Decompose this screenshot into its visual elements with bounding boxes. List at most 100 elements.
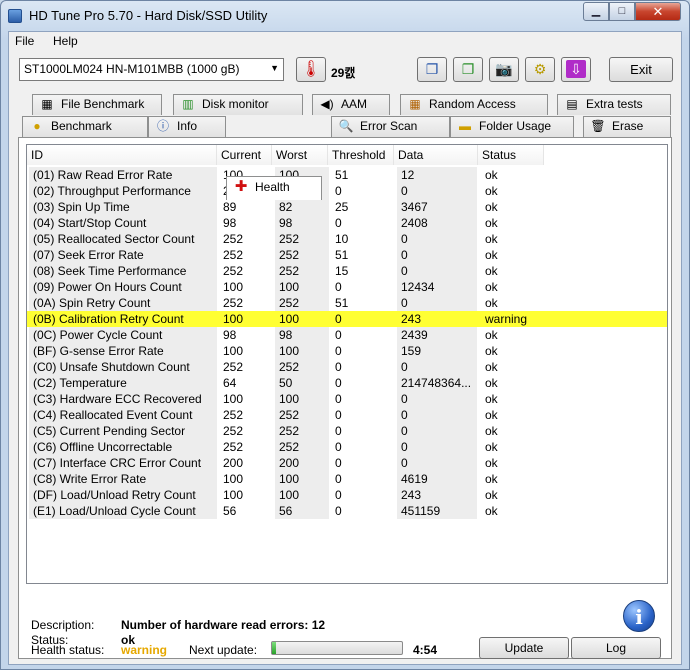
column-header-worst[interactable]: Worst <box>272 145 328 165</box>
cell-data: 0 <box>397 439 477 455</box>
menu-help[interactable]: Help <box>53 34 78 48</box>
table-row[interactable]: (0C) Power Cycle Count 98 98 0 2439 ok <box>27 327 667 343</box>
smart-attribute-list[interactable]: ID Current Worst Threshold Data Status (… <box>26 144 668 584</box>
cell-worst: 98 <box>275 327 329 343</box>
table-row[interactable]: (0B) Calibration Retry Count 100 100 0 243 wa… <box>27 311 667 327</box>
table-row[interactable]: (03) Spin Up Time 89 82 25 3467 ok <box>27 199 667 215</box>
tab-info[interactable]: ⓘ Info <box>148 116 226 137</box>
table-row[interactable]: (04) Start/Stop Count 98 98 0 2408 ok <box>27 215 667 231</box>
tab-file-benchmark[interactable]: ▦ File Benchmark <box>32 94 162 115</box>
tab-folder-usage[interactable]: ▬ Folder Usage <box>450 116 574 137</box>
cell-data: 0 <box>397 231 477 247</box>
table-row[interactable]: (DF) Load/Unload Retry Count 100 100 0 243 ok <box>27 487 667 503</box>
table-row[interactable]: (09) Power On Hours Count 100 100 0 12434 ok <box>27 279 667 295</box>
table-row[interactable]: (0A) Spin Retry Count 252 252 51 0 ok <box>27 295 667 311</box>
tab-benchmark[interactable]: ● Benchmark <box>22 116 148 137</box>
cell-status: ok <box>485 168 498 182</box>
cell-id: (08) Seek Time Performance <box>29 263 217 279</box>
cell-status: ok <box>485 248 498 262</box>
info-icon: ⓘ <box>156 119 169 133</box>
tab-aam[interactable]: ◀) AAM <box>312 94 390 115</box>
maximize-icon: □ <box>618 5 626 17</box>
close-button[interactable]: ✕ <box>635 2 681 21</box>
cell-id: (C0) Unsafe Shutdown Count <box>29 359 217 375</box>
column-header-threshold[interactable]: Threshold <box>328 145 394 165</box>
log-button[interactable]: Log <box>571 637 661 659</box>
column-header-id[interactable]: ID <box>27 145 217 165</box>
tab-disk-monitor[interactable]: ▥ Disk monitor <box>173 94 303 115</box>
table-row[interactable]: (08) Seek Time Performance 252 252 15 0 ok <box>27 263 667 279</box>
cell-worst: 100 <box>275 487 329 503</box>
cell-id: (0C) Power Cycle Count <box>29 327 217 343</box>
temperature-button[interactable]: 🌡 <box>296 57 326 82</box>
cell-worst: 100 <box>275 471 329 487</box>
cell-threshold: 0 <box>335 456 342 470</box>
exit-button[interactable]: Exit <box>609 57 673 82</box>
table-row[interactable]: (C3) Hardware ECC Recovered 100 100 0 0 ok <box>27 391 667 407</box>
health-cross-icon: ✚ <box>234 178 248 195</box>
update-button[interactable]: Update <box>479 637 569 659</box>
table-row[interactable]: (C2) Temperature 64 50 0 214748364... ok <box>27 375 667 391</box>
cell-current: 100 <box>223 392 244 406</box>
copy-text-button[interactable]: ❐ <box>417 57 447 82</box>
cell-threshold: 0 <box>331 311 393 327</box>
table-row[interactable]: (05) Reallocated Sector Count 252 252 10 0 ok <box>27 231 667 247</box>
random-access-icon: ▦ <box>409 97 421 111</box>
drive-select[interactable]: ST1000LM024 HN-M101MBB (1000 gB) ▼ <box>19 58 284 81</box>
cell-status: ok <box>485 280 498 294</box>
cell-data: 0 <box>397 423 477 439</box>
table-row[interactable]: (C8) Write Error Rate 100 100 0 4619 ok <box>27 471 667 487</box>
table-row[interactable]: (01) Raw Read Error Rate 100 100 51 12 ok <box>27 167 667 183</box>
table-row[interactable]: (C4) Reallocated Event Count 252 252 0 0 ok <box>27 407 667 423</box>
cell-data: 243 <box>397 311 477 327</box>
cell-id: (0B) Calibration Retry Count <box>29 311 217 327</box>
cell-current: 89 <box>223 200 237 214</box>
cell-current: 252 <box>223 440 244 454</box>
minimize-button[interactable]: ▁ <box>583 2 609 21</box>
column-header-status[interactable]: Status <box>478 145 544 165</box>
table-row[interactable]: (C6) Offline Uncorrectable 252 252 0 0 ok <box>27 439 667 455</box>
tab-error-scan[interactable]: 🔍 Error Scan <box>331 116 450 137</box>
health-status-label: Health status: <box>31 643 105 657</box>
folder-icon: ▬ <box>459 119 471 133</box>
cell-id: (04) Start/Stop Count <box>29 215 217 231</box>
screenshot-button[interactable]: 📷 <box>489 57 519 82</box>
table-row[interactable]: (C7) Interface CRC Error Count 200 200 0 0 ok <box>27 455 667 471</box>
cell-worst: 50 <box>275 375 329 391</box>
cell-data: 0 <box>397 407 477 423</box>
cell-status: ok <box>485 392 498 406</box>
cell-data: 214748364... <box>397 375 477 391</box>
cell-status: ok <box>485 488 498 502</box>
options-button[interactable]: ⚙ <box>525 57 555 82</box>
temperature-readout: 29캜 <box>331 66 356 80</box>
column-header-data[interactable]: Data <box>394 145 478 165</box>
cell-threshold: 51 <box>335 168 349 182</box>
tab-health[interactable]: ✚ Health <box>226 176 322 200</box>
cell-current: 100 <box>223 472 244 486</box>
table-row[interactable]: (C0) Unsafe Shutdown Count 252 252 0 0 ok <box>27 359 667 375</box>
save-button[interactable]: ⇩ <box>561 57 591 82</box>
copy-screenshot-button[interactable]: ❐ <box>453 57 483 82</box>
table-row[interactable]: (07) Seek Error Rate 252 252 51 0 ok <box>27 247 667 263</box>
cell-id: (C4) Reallocated Event Count <box>29 407 217 423</box>
table-row[interactable]: (BF) G-sense Error Rate 100 100 0 159 ok <box>27 343 667 359</box>
trash-icon: 🗑 <box>590 119 606 133</box>
title-bar[interactable]: HD Tune Pro 5.70 - Hard Disk/SSD Utility… <box>1 1 689 31</box>
table-row[interactable]: (02) Throughput Performance25225200ok <box>27 183 667 199</box>
copy-icon: ❐ <box>425 61 439 77</box>
download-arrow-icon: ⇩ <box>566 60 586 78</box>
description-value: Number of hardware read errors: 12 <box>121 618 326 632</box>
table-row[interactable]: (C5) Current Pending Sector 252 252 0 0 ok <box>27 423 667 439</box>
table-row[interactable]: (E1) Load/Unload Cycle Count 56 56 0 451159 o… <box>27 503 667 519</box>
tab-erase[interactable]: 🗑 Erase <box>583 116 671 137</box>
menu-file[interactable]: File <box>15 34 34 48</box>
cell-threshold: 0 <box>335 440 342 454</box>
column-header-current[interactable]: Current <box>217 145 272 165</box>
maximize-button[interactable]: □ <box>609 2 635 21</box>
update-progress-fill <box>272 642 276 654</box>
cell-data: 2408 <box>397 215 477 231</box>
cell-threshold: 0 <box>335 280 342 294</box>
tab-random-access[interactable]: ▦ Random Access <box>400 94 548 115</box>
tab-extra-tests[interactable]: ▤ Extra tests <box>557 94 671 115</box>
cell-data: 159 <box>397 343 477 359</box>
